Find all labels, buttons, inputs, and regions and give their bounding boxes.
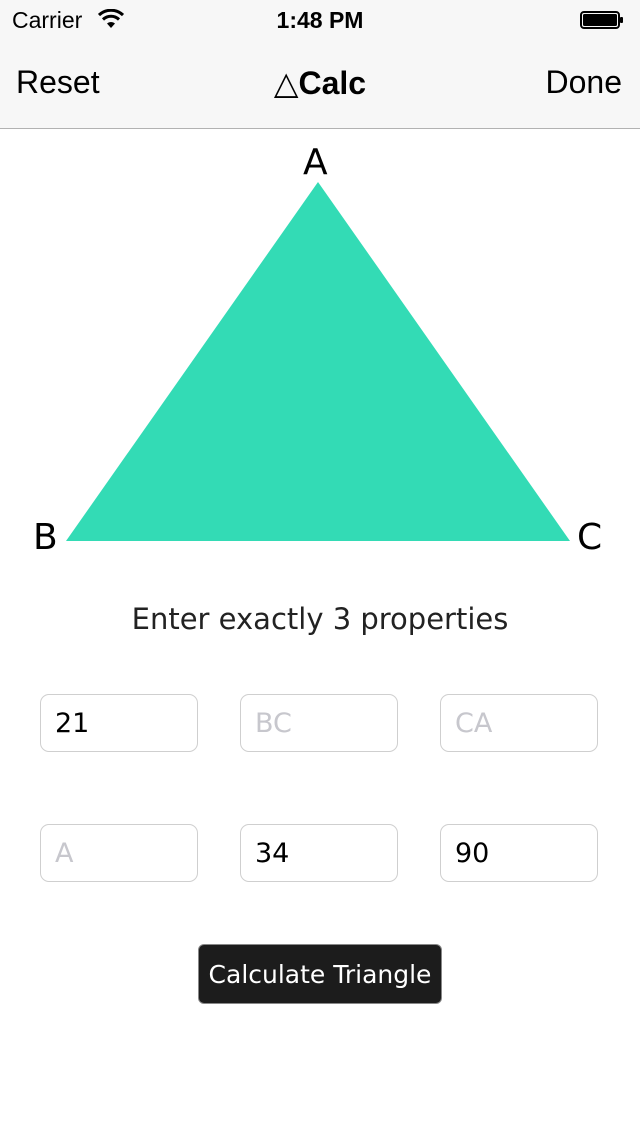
vertex-label-c: C — [577, 517, 603, 558]
triangle-canvas — [66, 182, 570, 541]
side-bc-input[interactable] — [240, 694, 398, 752]
done-button[interactable]: Done — [546, 64, 623, 101]
angle-c-input[interactable] — [440, 824, 598, 882]
title-text: Calc — [298, 65, 367, 101]
triangle-icon: △ — [273, 65, 299, 101]
angle-a-input[interactable] — [40, 824, 198, 882]
vertex-label-a: A — [303, 142, 328, 183]
page-title: △Calc — [0, 64, 640, 102]
angle-b-input[interactable] — [240, 824, 398, 882]
instructions-label: Enter exactly 3 properties — [131, 602, 509, 636]
battery-icon — [580, 11, 623, 29]
navigation-bar: Reset △Calc Done — [0, 40, 640, 129]
side-ab-input[interactable] — [40, 694, 198, 752]
clock: 1:48 PM — [276, 7, 364, 33]
status-bar: Carrier 1:48 PM — [0, 0, 640, 40]
side-ca-input[interactable] — [440, 694, 598, 752]
triangle-diagram: A B C — [0, 129, 640, 579]
vertex-label-b: B — [33, 517, 58, 558]
calculate-triangle-button[interactable]: Calculate Triangle — [198, 944, 442, 1004]
triangle-shape — [66, 182, 570, 541]
